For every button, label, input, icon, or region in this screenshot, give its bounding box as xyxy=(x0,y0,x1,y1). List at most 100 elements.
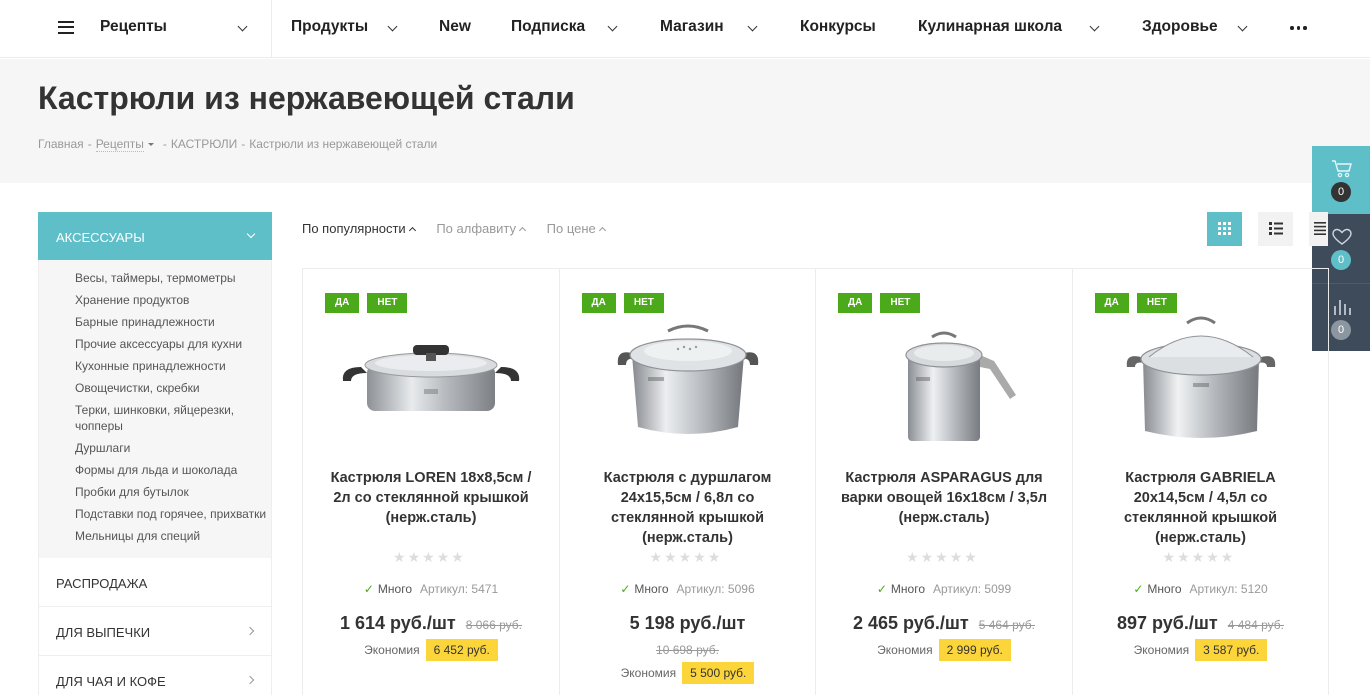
chevron-right-icon xyxy=(245,675,255,685)
view-list-button[interactable] xyxy=(1258,212,1293,246)
title-band xyxy=(0,59,1370,183)
savings: Экономия 2 999 руб. xyxy=(816,639,1072,661)
heart-icon xyxy=(1332,228,1352,245)
sort-arrow-icon xyxy=(408,226,416,235)
nav-item-cooking-school[interactable]: Кулинарная школа xyxy=(918,18,1100,36)
subcategory-item[interactable]: Прочие аксессуары для кухни xyxy=(75,336,271,352)
rating-stars: ★ ★ ★ ★ ★ xyxy=(1162,549,1234,565)
chevron-down-icon xyxy=(387,21,398,32)
cart-button[interactable]: 0 xyxy=(1312,146,1370,214)
hamburger-icon[interactable] xyxy=(58,20,74,34)
compare-icon xyxy=(1334,300,1351,315)
price: 1 614 руб./шт 8 066 руб. xyxy=(339,613,522,633)
price: 2 465 руб./шт 5 464 руб. xyxy=(852,613,1035,633)
catalog-menu[interactable]: Рецепты xyxy=(0,0,272,58)
product-card[interactable]: ДА НЕТ Кастрюля ASPARAGUS для варки овощ… xyxy=(816,269,1073,695)
product-image[interactable] xyxy=(588,309,788,449)
sort-price[interactable]: По цене xyxy=(547,221,606,236)
check-icon: ✓ xyxy=(876,582,887,596)
product-name[interactable]: Кастрюля GABRIELA 20х14,5см / 4,5л со ст… xyxy=(1093,468,1309,548)
nav-item-products[interactable]: Продукты xyxy=(291,18,398,36)
sort-popularity[interactable]: По популярности xyxy=(302,221,416,236)
nav-item-contests[interactable]: Конкурсы xyxy=(800,18,876,36)
stock-status: ✓ Много Артикул: 5096 xyxy=(620,582,755,596)
nav-item-subscription[interactable]: Подписка xyxy=(511,18,618,36)
sidebar-item-sale[interactable]: РАСПРОДАЖА xyxy=(38,558,272,607)
compare-count: 0 xyxy=(1331,320,1351,340)
old-price: 10 698 руб. xyxy=(656,643,719,657)
product-card[interactable]: ДА НЕТ Кастрюля GABRIELA 20х14,5см / 4,5… xyxy=(1073,269,1329,695)
breadcrumb-recipes[interactable]: Рецепты xyxy=(95,137,144,152)
price: 897 руб./шт 4 484 руб. xyxy=(1117,613,1284,633)
sort-bar: По популярности По алфавиту По цене xyxy=(302,221,623,236)
subcategory-item[interactable]: Хранение продуктов xyxy=(75,292,271,308)
chevron-right-icon xyxy=(245,626,255,636)
product-image[interactable] xyxy=(844,309,1044,449)
product-card[interactable]: ДА НЕТ Кастрюля с дуршлагом 24х15,5см / … xyxy=(560,269,816,695)
breadcrumb-pots[interactable]: КАСТРЮЛИ xyxy=(171,137,237,151)
sidebar: АКСЕССУАРЫ Весы, таймеры, термометры Хра… xyxy=(38,212,272,695)
rating-stars: ★ ★ ★ ★ ★ xyxy=(393,549,464,565)
cart-icon xyxy=(1332,160,1352,178)
subcategory-item[interactable]: Формы для льда и шоколада xyxy=(75,462,271,478)
sidebar-item-tea-coffee[interactable]: ДЛЯ ЧАЯ И КОФЕ xyxy=(38,656,272,695)
chevron-down-icon xyxy=(1089,21,1100,32)
subcategory-item[interactable]: Дуршлаги xyxy=(75,440,271,456)
sidebar-item-baking[interactable]: ДЛЯ ВЫПЕЧКИ xyxy=(38,607,272,656)
chevron-down-icon[interactable] xyxy=(237,21,248,31)
subcategory-item[interactable]: Мельницы для специй xyxy=(75,528,271,544)
savings: Экономия 6 452 руб. xyxy=(303,639,559,661)
view-table-button[interactable] xyxy=(1309,212,1328,246)
favorites-count: 0 xyxy=(1331,250,1351,270)
subcategory-item[interactable]: Весы, таймеры, термометры xyxy=(75,270,271,286)
subcategory-item[interactable]: Подставки под горячее, прихватки xyxy=(75,506,271,522)
view-grid-button[interactable] xyxy=(1207,212,1242,246)
chevron-down-icon xyxy=(747,21,758,32)
check-icon: ✓ xyxy=(620,582,631,596)
chevron-down-icon xyxy=(246,229,256,239)
price: 5 198 руб./шт xyxy=(629,613,746,633)
top-nav: Рецепты Продукты New Подписка Магазин Ко… xyxy=(0,0,1370,58)
nav-item-new[interactable]: New xyxy=(439,18,471,36)
subcategory-item[interactable]: Барные принадлежности xyxy=(75,314,271,330)
product-image[interactable] xyxy=(331,309,531,449)
nav-item-shop[interactable]: Магазин xyxy=(660,18,758,36)
savings: Экономия 5 500 руб. xyxy=(560,662,816,684)
grid-icon xyxy=(1218,222,1231,235)
rating-stars: ★ ★ ★ ★ ★ xyxy=(649,549,721,565)
product-card[interactable]: ДА НЕТ Кастрюля LOREN 18х8,5см / 2л со с… xyxy=(303,269,560,695)
breadcrumb-current: Кастрюли из нержавеющей стали xyxy=(249,137,438,151)
savings: Экономия 3 587 руб. xyxy=(1073,639,1329,661)
sidebar-item-label: ДЛЯ ЧАЯ И КОФЕ xyxy=(56,674,166,689)
sidebar-item-label: АКСЕССУАРЫ xyxy=(56,230,145,245)
breadcrumb-home[interactable]: Главная xyxy=(38,137,84,151)
stock-status: ✓ Много Артикул: 5120 xyxy=(1133,582,1268,596)
breadcrumb: Главная - Рецепты - КАСТРЮЛИ - Кастрюли из нер… xyxy=(38,137,438,152)
subcategory-item[interactable]: Пробки для бутылок xyxy=(75,484,271,500)
nav-item-health[interactable]: Здоровье xyxy=(1142,18,1248,36)
check-icon: ✓ xyxy=(1133,582,1144,596)
more-icon[interactable] xyxy=(1290,26,1307,30)
product-name[interactable]: Кастрюля ASPARAGUS для варки овощей 16х1… xyxy=(836,468,1052,528)
subcategory-item[interactable]: Овощечистки, скребки xyxy=(75,380,271,396)
product-name[interactable]: Кастрюля с дуршлагом 24х15,5см / 6,8л со… xyxy=(580,468,796,548)
stock-status: ✓ Много Артикул: 5099 xyxy=(876,582,1012,596)
nav-recipes[interactable]: Рецепты xyxy=(100,18,167,36)
page-title: Кастрюли из нержавеющей стали xyxy=(38,80,575,116)
view-switcher xyxy=(1207,212,1328,246)
sidebar-item-label: РАСПРОДАЖА xyxy=(56,576,148,591)
sidebar-subcategories: Весы, таймеры, термометры Хранение проду… xyxy=(38,260,272,558)
product-image[interactable] xyxy=(1101,309,1301,449)
sidebar-item-accessories[interactable]: АКСЕССУАРЫ xyxy=(38,212,272,260)
subcategory-item[interactable]: Кухонные принадлежности xyxy=(75,358,271,374)
rating-stars: ★ ★ ★ ★ ★ xyxy=(906,549,977,565)
list-icon xyxy=(1269,222,1283,235)
product-name[interactable]: Кастрюля LOREN 18х8,5см / 2л со стеклянн… xyxy=(323,468,539,528)
caret-down-icon[interactable] xyxy=(147,143,154,147)
product-grid: ДА НЕТ Кастрюля LOREN 18х8,5см / 2л со с… xyxy=(302,268,1329,695)
subcategory-item[interactable]: Терки, шинковки, яйцерезки, чопперы xyxy=(75,402,271,434)
stock-status: ✓ Много Артикул: 5471 xyxy=(363,582,499,596)
sidebar-item-label: ДЛЯ ВЫПЕЧКИ xyxy=(56,625,151,640)
sort-alphabet[interactable]: По алфавиту xyxy=(436,221,527,236)
sort-arrow-icon xyxy=(598,226,606,235)
